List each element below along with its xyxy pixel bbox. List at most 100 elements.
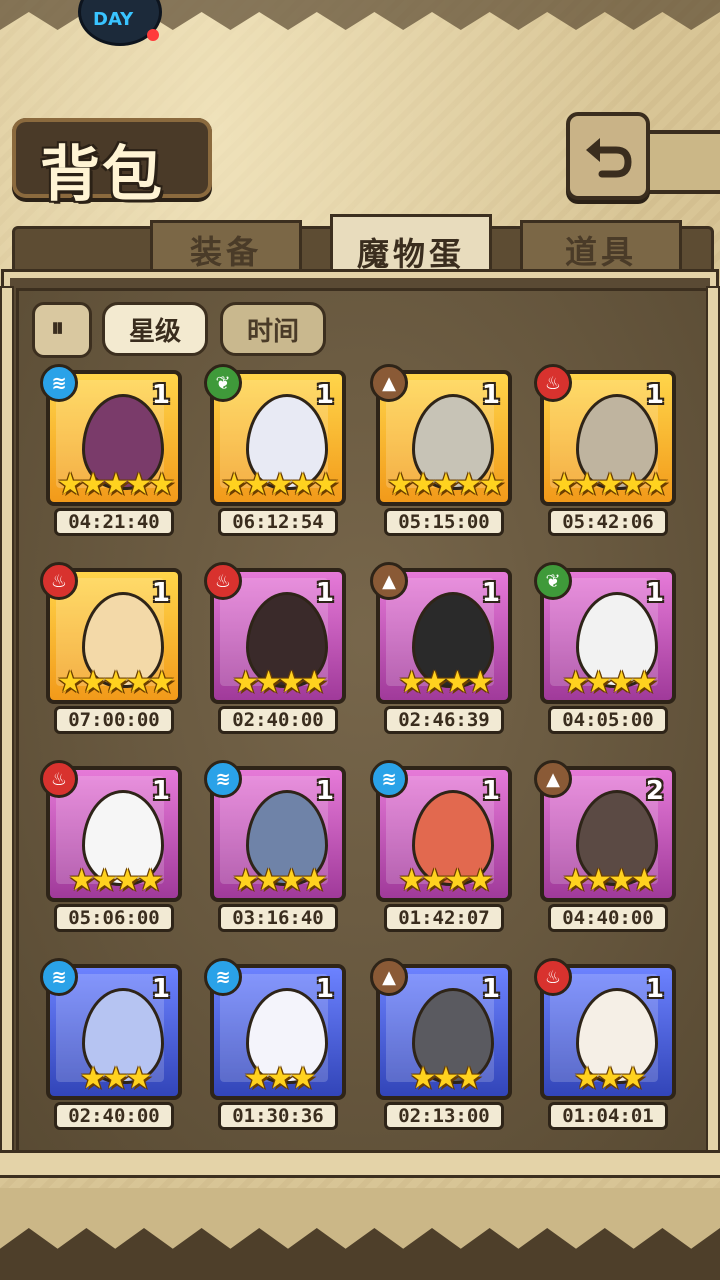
star-rating: ★★★★★ <box>56 467 175 502</box>
egg-count: 1 <box>481 380 500 410</box>
tab-items[interactable]: 道具 <box>520 220 682 276</box>
egg-count: 1 <box>481 578 500 608</box>
app-badge-label: DAY <box>93 9 134 30</box>
hatch-timer: 07:00:00 <box>54 706 174 734</box>
fire-element-icon: ♨ <box>534 958 572 996</box>
water-element-icon: ≋ <box>204 760 242 798</box>
egg-count: 1 <box>645 578 664 608</box>
egg-count: 1 <box>315 776 334 806</box>
earth-element-icon: ▲ <box>534 760 572 798</box>
hatch-timer: 02:40:00 <box>218 706 338 734</box>
hatch-timer: 01:04:01 <box>548 1102 668 1130</box>
fire-element-icon: ♨ <box>204 562 242 600</box>
egg-card[interactable]: ♨ 1 ★★★★★ 05:42:06 <box>534 364 676 538</box>
egg-count: 1 <box>151 776 170 806</box>
star-rating: ★★★★ <box>562 863 658 898</box>
back-button[interactable] <box>566 112 650 200</box>
egg-card[interactable]: ❦ 1 ★★★★★ 06:12:54 <box>204 364 346 538</box>
star-rating: ★★★★★ <box>56 665 175 700</box>
star-rating: ★★★★ <box>232 863 328 898</box>
star-rating: ★★★★ <box>398 665 494 700</box>
tab-items-label: 道具 <box>564 232 637 271</box>
hatch-timer: 06:12:54 <box>218 508 338 536</box>
hatch-timer: 02:40:00 <box>54 1102 174 1130</box>
egg-count: 1 <box>645 974 664 1004</box>
title-plate: 背包 <box>12 118 212 210</box>
star-rating: ★★★★ <box>398 863 494 898</box>
star-rating: ★★★★★ <box>220 467 339 502</box>
egg-card[interactable]: ♨ 1 ★★★★ 05:06:00 <box>40 760 182 934</box>
egg-card[interactable]: ≋ 1 ★★★★ 03:16:40 <box>204 760 346 934</box>
hatch-timer: 01:42:07 <box>384 904 504 932</box>
tab-equipment-label: 装备 <box>189 232 262 271</box>
back-rail <box>646 130 720 194</box>
fire-element-icon: ♨ <box>534 364 572 402</box>
egg-card[interactable]: ▲ 1 ★★★★★ 05:15:00 <box>370 364 512 538</box>
star-rating: ★★★★★ <box>550 467 669 502</box>
water-element-icon: ≋ <box>204 958 242 996</box>
hatch-timer: 03:16:40 <box>218 904 338 932</box>
star-rating: ★★★★ <box>562 665 658 700</box>
egg-count: 1 <box>315 974 334 1004</box>
bottom-teeth <box>0 1228 720 1280</box>
hatch-timer: 01:30:36 <box>218 1102 338 1130</box>
egg-card[interactable]: ▲ 1 ★★★★ 02:46:39 <box>370 562 512 736</box>
hatch-timer: 05:42:06 <box>548 508 668 536</box>
panel-bottom-rail <box>0 1150 720 1178</box>
star-rating: ★★★ <box>243 1061 317 1096</box>
egg-count: 1 <box>481 974 500 1004</box>
sort-by-star-button[interactable]: 星级 <box>102 302 208 356</box>
back-arrow-icon <box>586 138 632 178</box>
hatch-timer: 04:05:00 <box>548 706 668 734</box>
egg-card[interactable]: ≋ 1 ★★★★★ 04:21:40 <box>40 364 182 538</box>
tab-monster-eggs-label: 魔物蛋 <box>356 234 465 273</box>
fire-element-icon: ♨ <box>40 760 78 798</box>
egg-count: 2 <box>645 776 664 806</box>
egg-count: 1 <box>645 380 664 410</box>
notification-dot <box>147 29 159 41</box>
hatch-timer: 04:21:40 <box>54 508 174 536</box>
hatch-timer: 02:46:39 <box>384 706 504 734</box>
egg-card[interactable]: ♨ 1 ★★★ 01:04:01 <box>534 958 676 1132</box>
egg-card[interactable]: ▲ 1 ★★★ 02:13:00 <box>370 958 512 1132</box>
water-element-icon: ≋ <box>40 364 78 402</box>
egg-count: 1 <box>151 974 170 1004</box>
egg-count: 1 <box>481 776 500 806</box>
fire-element-icon: ♨ <box>40 562 78 600</box>
egg-count: 1 <box>315 578 334 608</box>
star-rating: ★★★ <box>409 1061 483 1096</box>
sort-toggle-icon: ⏸ <box>51 313 65 343</box>
egg-count: 1 <box>151 380 170 410</box>
star-rating: ★★★★ <box>68 863 164 898</box>
star-rating: ★★★ <box>573 1061 647 1096</box>
panel-rail-right <box>706 286 720 1170</box>
page-title: 背包 <box>40 140 164 210</box>
star-rating: ★★★ <box>79 1061 153 1096</box>
grass-element-icon: ❦ <box>534 562 572 600</box>
tab-equipment[interactable]: 装备 <box>150 220 302 276</box>
egg-count: 1 <box>315 380 334 410</box>
earth-element-icon: ▲ <box>370 958 408 996</box>
star-rating: ★★★★ <box>232 665 328 700</box>
water-element-icon: ≋ <box>40 958 78 996</box>
sort-by-time-button[interactable]: 时间 <box>220 302 326 356</box>
panel-rail-left <box>0 286 14 1170</box>
sort-toggle-button[interactable]: ⏸ <box>32 302 92 358</box>
egg-card[interactable]: ▲ 2 ★★★★ 04:40:00 <box>534 760 676 934</box>
earth-element-icon: ▲ <box>370 364 408 402</box>
egg-card[interactable]: ♨ 1 ★★★★ 02:40:00 <box>204 562 346 736</box>
bottom-border <box>0 1188 720 1280</box>
egg-card[interactable]: ♨ 1 ★★★★★ 07:00:00 <box>40 562 182 736</box>
egg-card[interactable]: ≋ 1 ★★★ 01:30:36 <box>204 958 346 1132</box>
hatch-timer: 04:40:00 <box>548 904 668 932</box>
earth-element-icon: ▲ <box>370 562 408 600</box>
egg-card[interactable]: ≋ 1 ★★★ 02:40:00 <box>40 958 182 1132</box>
egg-count: 1 <box>151 578 170 608</box>
egg-card[interactable]: ≋ 1 ★★★★ 01:42:07 <box>370 760 512 934</box>
star-rating: ★★★★★ <box>386 467 505 502</box>
egg-card[interactable]: ❦ 1 ★★★★ 04:05:00 <box>534 562 676 736</box>
hatch-timer: 05:06:00 <box>54 904 174 932</box>
hatch-timer: 05:15:00 <box>384 508 504 536</box>
grass-element-icon: ❦ <box>204 364 242 402</box>
hatch-timer: 02:13:00 <box>384 1102 504 1130</box>
